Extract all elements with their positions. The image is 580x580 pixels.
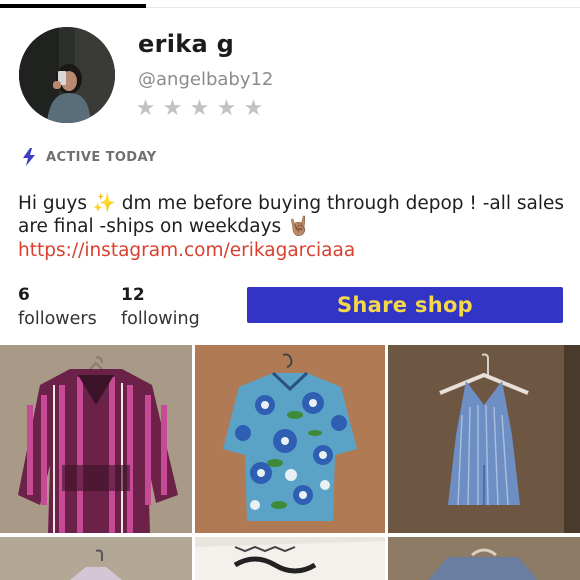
following-count: 12	[121, 285, 145, 305]
star-icon: ★	[162, 95, 183, 120]
profile-bio: Hi guys ✨ dm me before buying through de…	[18, 193, 565, 237]
avatar[interactable]	[19, 27, 115, 123]
top-tab-bar	[0, 0, 580, 8]
listing-tile[interactable]	[195, 537, 385, 580]
listing-photo-hoodie	[0, 345, 192, 533]
listing-tile[interactable]	[0, 345, 192, 533]
activity-label: ACTIVE TODAY	[46, 149, 157, 165]
listing-tile[interactable]	[195, 345, 385, 533]
followers-count: 6	[18, 285, 30, 305]
followers-label: followers	[18, 309, 97, 329]
followers-stat[interactable]: 6 followers	[18, 285, 97, 329]
following-stat[interactable]: 12 following	[121, 285, 200, 329]
listing-photo-partial	[195, 537, 385, 580]
active-tab-indicator	[0, 4, 146, 8]
avatar-photo	[19, 27, 115, 123]
listing-tile[interactable]	[0, 537, 192, 580]
star-icon: ★	[243, 95, 264, 120]
profile-link[interactable]: https://instagram.com/erikagarciaaa	[18, 240, 355, 261]
listing-photo-hawaiian-shirt	[195, 345, 385, 533]
following-label: following	[121, 309, 200, 329]
rating-stars[interactable]: ★ ★ ★ ★ ★	[135, 96, 264, 120]
star-icon: ★	[189, 95, 210, 120]
listing-photo-romper	[388, 345, 580, 533]
star-icon: ★	[135, 95, 156, 120]
lightning-bolt-icon	[22, 148, 36, 166]
profile-name: erika g	[138, 30, 235, 58]
profile-handle: @angelbaby12	[138, 69, 274, 90]
star-icon: ★	[216, 95, 237, 120]
listing-photo-partial	[388, 537, 580, 580]
share-shop-button[interactable]: Share shop	[247, 287, 563, 323]
listing-tile[interactable]	[388, 345, 580, 533]
listings-grid	[0, 345, 580, 580]
activity-status: ACTIVE TODAY	[22, 148, 157, 166]
listing-photo-partial	[0, 537, 192, 580]
listing-tile[interactable]	[388, 537, 580, 580]
